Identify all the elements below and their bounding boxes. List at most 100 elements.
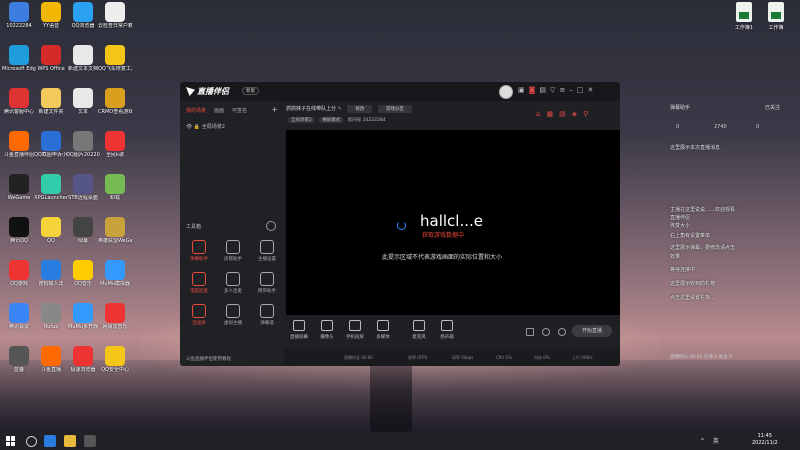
scene-item[interactable]: 👁 🔒 全局场景2 [186,123,225,130]
start-live-button[interactable]: 开始直播 [572,325,612,337]
desktop-shortcut[interactable]: WeGame [2,174,36,201]
tab-screen[interactable]: 画面 [214,108,224,114]
menu-icon[interactable]: ≡ [559,86,569,94]
clock-date: 2022/11/2 [752,440,778,446]
desktop-shortcut[interactable]: QQ图片20220316... [66,131,100,158]
desktop-shortcut[interactable]: 英雄联盟WeGame版 [98,217,132,244]
desktop-shortcut[interactable]: 斗鱼直播 [34,346,68,373]
toolbox-item[interactable]: 携带助手 [252,272,282,294]
desktop-shortcut[interactable]: MuMu多开器 [66,303,100,330]
danmu-panel: 弹幕助手 已关注 0 2740 0 这里展示本次直播消息 主播在这里说说……欢迎… [662,96,800,368]
modify-button[interactable]: 修改 [347,105,373,113]
add-scene-icon[interactable]: + [271,105,278,114]
toolbox-item[interactable]: 多人连麦 [218,272,248,294]
desktop-shortcut[interactable]: 腾讯客服中心 [2,88,36,115]
tab-my-scene[interactable]: 我的场景 [186,108,206,114]
desktop-shortcut[interactable]: QQ截图申诉小程序 [34,131,68,158]
desktop-shortcut[interactable]: MuMu模拟器 [98,260,132,287]
source-button[interactable]: 直播屏幕 [286,320,312,340]
toolbox-label: 工具箱 [186,224,202,230]
timer-icon[interactable] [542,328,550,336]
desktop-shortcut[interactable]: 云检查日常户籍 [98,2,132,29]
desktop-shortcut[interactable]: QQ游戏 [2,260,36,287]
toolbox-item[interactable]: 房管助手 [218,240,248,262]
desktop-shortcut[interactable]: QQ音乐 [66,260,100,287]
desktop-shortcut[interactable]: 蓝叠 [2,346,36,373]
minimize-icon[interactable]: – [569,86,577,94]
maximize-icon[interactable]: □ [577,86,588,94]
source-button[interactable]: 多媒体 [370,320,396,340]
scene-pill[interactable]: 全局场景2 [288,117,315,123]
hot-icon[interactable]: ◈ [572,110,583,118]
live-companion-taskbar-icon[interactable] [84,435,96,447]
toolbox-settings-icon[interactable] [266,221,276,231]
tool-label: 虚拟主播 [224,321,242,326]
title-bar[interactable]: 直播伴侣 新版 ▣◙▤▽≡–□✕ [180,82,620,101]
avatar[interactable] [499,85,513,99]
desktop-shortcut[interactable]: QQ浏览器 [66,2,100,29]
desktop-shortcut[interactable]: 腾讯QQ [2,217,36,244]
desktop-shortcut[interactable]: 10222284 [2,2,36,29]
record-icon[interactable] [526,328,534,336]
desktop-shortcut[interactable]: WPS Office [34,45,68,72]
desktop-shortcut[interactable]: QQ安全中心 [98,346,132,373]
orientation-pill[interactable]: 横屏模式 [319,117,344,123]
source-button[interactable]: 摄像头 [314,320,340,340]
clock[interactable]: 11:45 2022/11/2 [752,433,778,447]
toolbox-item[interactable]: 弹幕墙 [252,304,282,326]
gift-icon[interactable]: ◙ [529,86,540,94]
desktop-shortcut[interactable]: 卸载 [98,174,132,201]
desktop-shortcut-label: WeGame [7,195,31,201]
desktop-shortcut[interactable]: 绿幕 [66,217,100,244]
settings-icon[interactable] [558,328,566,336]
desktop-shortcut[interactable]: QQ [34,217,68,244]
desktop-shortcut[interactable]: 全民k歌 [98,131,132,158]
close-icon[interactable]: ✕ [587,86,597,94]
desktop-shortcut[interactable]: 新建文本文档 [66,45,100,72]
danmu-panel-follow[interactable]: 已关注 [765,104,780,111]
stream-preview[interactable]: hallcl...e 获取游戏数据中 此提示区域不代表游戏画面的实际位置和大小 [286,130,620,315]
desktop-shortcut[interactable]: Rufus [34,303,68,330]
desktop-shortcut[interactable]: 搜狗输入法 [34,260,68,287]
taskview-icon[interactable] [44,435,56,447]
source-button[interactable]: 手机投屏 [342,320,368,340]
source-button[interactable]: 麦克风 [406,320,432,340]
desktop-shortcut[interactable]: YY语音 [34,2,68,29]
status-item: 上行 0KB/s [572,355,593,360]
desktop-shortcut[interactable]: STB远程桌面 [66,174,100,201]
desktop-shortcut[interactable]: QQ飞车修复工具 [98,45,132,72]
desktop-shortcut[interactable]: 腾讯会议 [2,303,36,330]
share-alt-icon[interactable]: ⚲ [583,110,594,118]
desktop-shortcut[interactable]: 极速浏览器 [66,346,100,373]
tab-sign[interactable]: 可签名 [232,108,247,114]
desktop-shortcut[interactable]: 网易云音乐 [98,303,132,330]
desktop-shortcut[interactable]: 文本 [66,88,100,115]
system-tray[interactable]: ^ 英 [700,436,722,445]
edit-icon[interactable]: ✎ [338,106,342,112]
desktop-shortcut[interactable]: XPGLauncher [34,174,68,201]
app-icon [105,303,125,323]
search-icon[interactable] [26,436,37,447]
tutorial-link[interactable]: 斗鱼直播伴侣使用教程 [186,356,231,362]
toolbox-item[interactable]: 弹幕助手 [184,240,214,262]
gift-box-icon[interactable]: ▦ [546,110,559,118]
toolbox-item[interactable]: 电脑连麦 [184,272,214,294]
toolbox-item[interactable]: 连送屏 [184,304,214,326]
desktop-shortcut[interactable]: Microsoft Edge [2,45,36,72]
task-icon[interactable]: ▤ [559,110,572,118]
category-button[interactable]: 游戏分区 [378,105,412,113]
desktop-shortcut[interactable]: 新建文件夹 [34,88,68,115]
desktop-shortcut[interactable]: 斗鱼直播伴侣 [2,131,36,158]
start-icon[interactable] [6,436,16,446]
source-button[interactable]: 扬声器 [434,320,460,340]
explorer-icon[interactable] [64,435,76,447]
version-badge[interactable]: 新版 [242,87,259,95]
toolbox-item[interactable]: 主播设置 [252,240,282,262]
share-icon[interactable]: ⌂ [536,110,546,118]
desktop-shortcut-label: 斗鱼直播伴侣 [3,152,34,158]
bell-icon[interactable]: ▣ [518,86,529,94]
message-icon[interactable]: ▤ [539,86,550,94]
toolbox-item[interactable]: 虚拟主播 [218,304,248,326]
desktop-file-excel-2[interactable]: 工作簿 [756,2,796,31]
desktop-shortcut[interactable]: CRMO查看游戏助手 [98,88,132,115]
